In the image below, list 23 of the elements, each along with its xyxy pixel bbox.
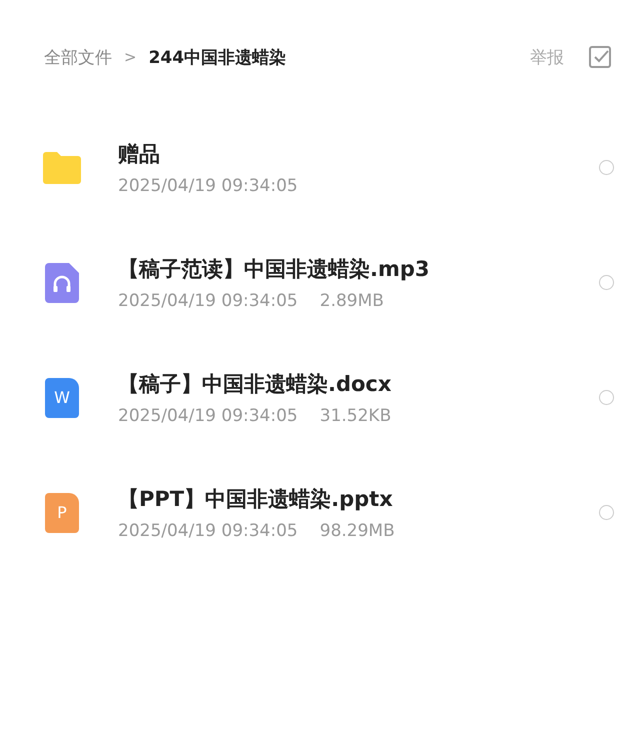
select-checkbox-icon[interactable]	[588, 45, 612, 69]
headphones-file-icon	[45, 262, 79, 302]
file-name[interactable]: 【稿子范读】中国非遗蜡染.mp3	[118, 254, 599, 282]
select-radio[interactable]	[599, 275, 614, 290]
file-name[interactable]: 【PPT】中国非遗蜡染.pptx	[118, 484, 599, 512]
breadcrumb-separator: >	[124, 48, 137, 66]
breadcrumb-link[interactable]: 全部文件	[44, 46, 112, 68]
document-file-icon: W	[45, 378, 79, 418]
file-date: 2025/04/19 09:34:05	[118, 520, 298, 540]
file-name[interactable]: 赠品	[118, 140, 599, 168]
file-date: 2025/04/19 09:34:05	[118, 406, 298, 426]
folder-icon	[43, 152, 81, 184]
presentation-file-icon: P	[45, 492, 79, 532]
file-name[interactable]: 【稿子】中国非遗蜡染.docx	[118, 370, 599, 398]
current-folder-title: 244中国非遗蜡染	[148, 46, 286, 68]
file-date: 2025/04/19 09:34:05	[118, 290, 298, 310]
select-radio[interactable]	[599, 390, 614, 405]
file-size: 31.52KB	[320, 406, 392, 426]
file-size: 98.29MB	[320, 520, 395, 540]
file-date: 2025/04/19 09:34:05	[118, 176, 298, 196]
file-size: 2.89MB	[320, 290, 384, 310]
select-radio[interactable]	[599, 505, 614, 520]
select-radio[interactable]	[599, 160, 614, 175]
